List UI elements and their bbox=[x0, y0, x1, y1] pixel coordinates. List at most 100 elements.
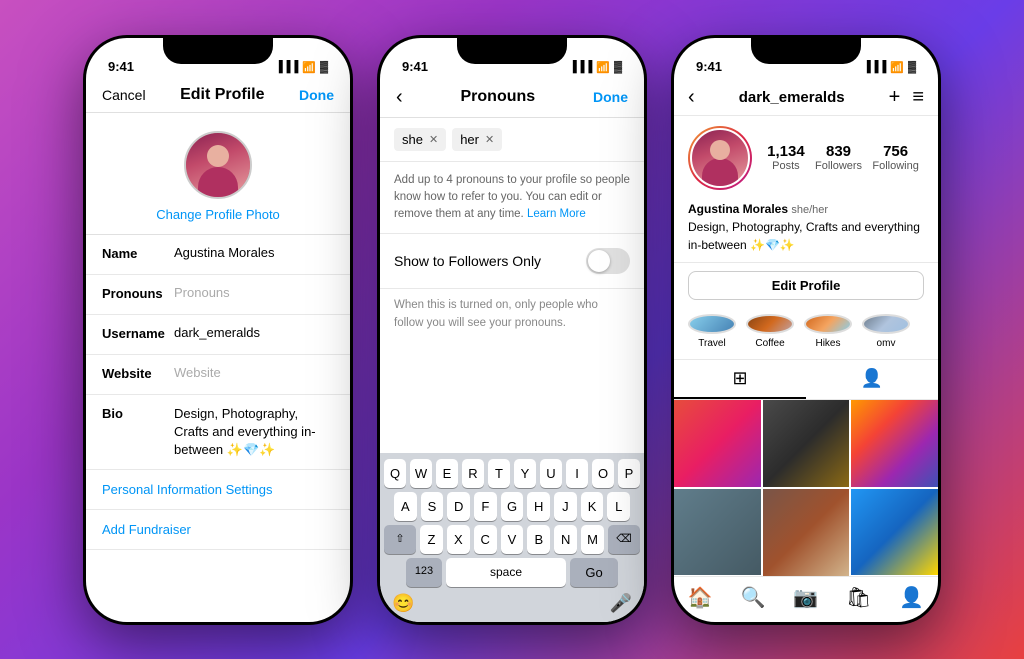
kb-z[interactable]: Z bbox=[420, 525, 443, 554]
nav-profile-icon[interactable]: 👤 bbox=[899, 585, 924, 610]
field-value-name[interactable]: Agustina Morales bbox=[174, 245, 334, 260]
profile-screen: ‹ dark_emeralds + ≡ 1,134 Posts 8 bbox=[674, 80, 938, 622]
learn-more-link[interactable]: Learn More bbox=[527, 208, 586, 220]
nav-search-icon[interactable]: 🔍 bbox=[741, 585, 766, 610]
signal-icon: ▐▐▐ bbox=[275, 61, 298, 73]
kb-q[interactable]: Q bbox=[384, 459, 406, 488]
photo-cell-5[interactable] bbox=[763, 489, 850, 576]
highlight-omv[interactable]: omv bbox=[862, 314, 910, 349]
profile-username: dark_emeralds bbox=[739, 89, 845, 106]
kb-x[interactable]: X bbox=[447, 525, 470, 554]
kb-u[interactable]: U bbox=[540, 459, 562, 488]
kb-t[interactable]: T bbox=[488, 459, 510, 488]
kb-k[interactable]: K bbox=[581, 492, 604, 521]
bottom-nav: 🏠 🔍 📷 🛍 👤 bbox=[674, 576, 938, 622]
remove-she-button[interactable]: ✕ bbox=[429, 133, 438, 146]
cancel-button[interactable]: Cancel bbox=[102, 87, 146, 103]
field-value-bio[interactable]: Design, Photography, Crafts and everythi… bbox=[174, 405, 334, 460]
kb-delete[interactable]: ⌫ bbox=[608, 525, 640, 554]
add-fundraiser-link[interactable]: Add Fundraiser bbox=[86, 510, 350, 550]
profile-back-button[interactable]: ‹ bbox=[688, 86, 695, 109]
avatar[interactable] bbox=[184, 131, 252, 199]
notch-3 bbox=[751, 38, 861, 64]
back-button[interactable]: ‹ bbox=[396, 86, 403, 109]
form-row-pronouns[interactable]: Pronouns Pronouns bbox=[86, 275, 350, 315]
highlight-hikes[interactable]: Hikes bbox=[804, 314, 852, 349]
kb-n[interactable]: N bbox=[554, 525, 577, 554]
kb-space[interactable]: space bbox=[446, 558, 566, 587]
highlight-hikes-label: Hikes bbox=[815, 338, 840, 349]
stats-group: 1,134 Posts 839 Followers 756 Following bbox=[762, 143, 924, 172]
highlight-travel[interactable]: Travel bbox=[688, 314, 736, 349]
kb-f[interactable]: F bbox=[474, 492, 497, 521]
highlight-coffee[interactable]: Coffee bbox=[746, 314, 794, 349]
field-value-website[interactable]: Website bbox=[174, 365, 334, 380]
grid-tab-tagged[interactable]: 👤 bbox=[806, 360, 938, 399]
edit-profile-screen: Cancel Edit Profile Done Change Profile … bbox=[86, 80, 350, 622]
kb-v[interactable]: V bbox=[501, 525, 524, 554]
kb-123[interactable]: 123 bbox=[406, 558, 442, 587]
signal-icon-2: ▐▐▐ bbox=[569, 61, 592, 73]
photo-cell-6[interactable] bbox=[851, 489, 938, 576]
profile-avatar-lg[interactable] bbox=[688, 126, 752, 190]
remove-her-button[interactable]: ✕ bbox=[485, 133, 494, 146]
kb-r[interactable]: R bbox=[462, 459, 484, 488]
kb-i[interactable]: I bbox=[566, 459, 588, 488]
photo-cell-1[interactable] bbox=[674, 400, 761, 487]
personal-info-link[interactable]: Personal Information Settings bbox=[86, 470, 350, 510]
field-value-username[interactable]: dark_emeralds bbox=[174, 325, 334, 340]
notch-2 bbox=[457, 38, 567, 64]
kb-h[interactable]: H bbox=[527, 492, 550, 521]
avatar-image bbox=[186, 133, 250, 197]
kb-s[interactable]: S bbox=[421, 492, 444, 521]
kb-d[interactable]: D bbox=[447, 492, 470, 521]
battery-icon: ▓ bbox=[320, 61, 328, 73]
pronouns-done-button[interactable]: Done bbox=[593, 89, 628, 105]
field-label-website: Website bbox=[102, 365, 174, 381]
photo-cell-4[interactable] bbox=[674, 489, 761, 576]
kb-go[interactable]: Go bbox=[570, 558, 618, 587]
nav-shop-icon[interactable]: 🛍 bbox=[846, 585, 871, 610]
kb-l[interactable]: L bbox=[607, 492, 630, 521]
add-icon[interactable]: + bbox=[889, 86, 901, 109]
grid-tab-photos[interactable]: ⊞ bbox=[674, 360, 806, 399]
battery-icon-3: ▓ bbox=[908, 61, 916, 73]
kb-p[interactable]: P bbox=[618, 459, 640, 488]
toggle-description: When this is turned on, only people who … bbox=[380, 289, 644, 340]
kb-o[interactable]: O bbox=[592, 459, 614, 488]
kb-c[interactable]: C bbox=[474, 525, 497, 554]
edit-profile-title: Edit Profile bbox=[180, 86, 264, 104]
emoji-button[interactable]: 😊 bbox=[392, 593, 414, 614]
kb-w[interactable]: W bbox=[410, 459, 432, 488]
field-label-name: Name bbox=[102, 245, 174, 261]
grid-tabs: ⊞ 👤 bbox=[674, 360, 938, 400]
done-button[interactable]: Done bbox=[299, 87, 334, 103]
kb-j[interactable]: J bbox=[554, 492, 577, 521]
kb-m[interactable]: M bbox=[581, 525, 604, 554]
kb-shift[interactable]: ⇧ bbox=[384, 525, 416, 554]
toggle-switch[interactable] bbox=[586, 248, 630, 274]
kb-b[interactable]: B bbox=[527, 525, 550, 554]
photo-cell-2[interactable] bbox=[763, 400, 850, 487]
field-value-pronouns[interactable]: Pronouns bbox=[174, 285, 334, 300]
kb-e[interactable]: E bbox=[436, 459, 458, 488]
highlights-row: Travel Coffee Hikes omv bbox=[674, 308, 938, 360]
pronouns-title: Pronouns bbox=[461, 88, 536, 106]
pronoun-she-label: she bbox=[402, 132, 423, 147]
edit-profile-button[interactable]: Edit Profile bbox=[688, 271, 924, 300]
mic-button[interactable]: 🎤 bbox=[610, 593, 632, 614]
kb-g[interactable]: G bbox=[501, 492, 524, 521]
kb-y[interactable]: Y bbox=[514, 459, 536, 488]
highlight-travel-circle bbox=[688, 314, 736, 334]
nav-home-icon[interactable]: 🏠 bbox=[688, 585, 713, 610]
edit-profile-navbar: Cancel Edit Profile Done bbox=[86, 80, 350, 113]
pronoun-tag-she[interactable]: she ✕ bbox=[394, 128, 446, 151]
menu-icon[interactable]: ≡ bbox=[912, 86, 924, 109]
toggle-label: Show to Followers Only bbox=[394, 253, 541, 269]
kb-a[interactable]: A bbox=[394, 492, 417, 521]
pronoun-tag-her[interactable]: her ✕ bbox=[452, 128, 502, 151]
nav-reels-icon[interactable]: 📷 bbox=[793, 585, 818, 610]
change-photo-button[interactable]: Change Profile Photo bbox=[156, 207, 280, 222]
stat-followers: 839 Followers bbox=[815, 143, 862, 172]
photo-cell-3[interactable] bbox=[851, 400, 938, 487]
